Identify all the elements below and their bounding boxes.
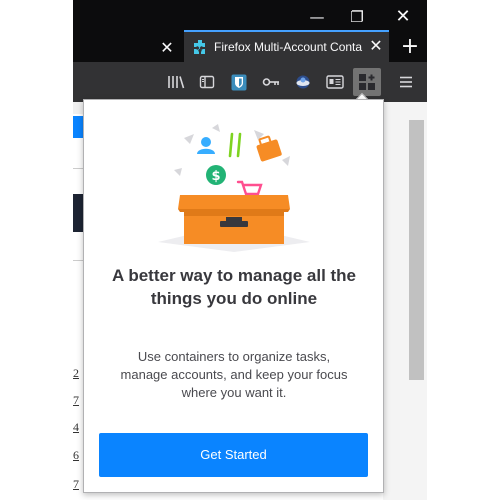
- containers-icon[interactable]: [353, 68, 381, 96]
- key-icon[interactable]: [260, 71, 282, 93]
- svg-text:$: $: [211, 169, 220, 184]
- container-box-illustration: $: [154, 120, 314, 255]
- close-window-button[interactable]: ✕: [383, 0, 423, 34]
- puzzle-icon: [192, 39, 208, 55]
- bitwarden-shield-icon[interactable]: [228, 71, 250, 93]
- restore-button[interactable]: ❐: [337, 0, 377, 34]
- close-tab-button[interactable]: ✕: [366, 36, 386, 56]
- new-tab-button[interactable]: +: [397, 34, 423, 62]
- minimize-button[interactable]: —: [297, 0, 337, 34]
- popup-description: Use containers to organize tasks, manage…: [120, 349, 348, 400]
- dollar-icon: $: [206, 165, 226, 185]
- browser-window: — ❐ ✕ ✕ Firefox Multi-Account Conta ✕ +: [73, 0, 427, 102]
- popup-headline: A better way to manage all the things yo…: [111, 266, 357, 308]
- page-blue-element: [73, 116, 83, 138]
- page-dark-band: [73, 194, 83, 232]
- get-started-button[interactable]: Get Started: [99, 433, 368, 477]
- sidebar-icon[interactable]: [196, 71, 218, 93]
- page-link-number[interactable]: 7: [73, 477, 83, 492]
- page-link-number[interactable]: 7: [73, 393, 83, 408]
- briefcase-icon: [256, 135, 282, 162]
- tab-title: Firefox Multi-Account Conta: [214, 40, 363, 54]
- page-divider: [73, 168, 83, 169]
- page-divider: [73, 260, 83, 261]
- person-icon: [197, 137, 215, 154]
- title-bar: — ❐ ✕: [73, 0, 427, 34]
- inactive-tab-close-button[interactable]: ✕: [157, 34, 177, 62]
- page-banner-strip: [73, 102, 83, 114]
- navigation-toolbar: [73, 62, 427, 102]
- fork-knife-icon: [228, 132, 242, 158]
- screen: 2 7 4 6 7 — ❐ ✕ ✕ Firefox Multi-Account …: [0, 0, 500, 500]
- page-link-number[interactable]: 4: [73, 420, 83, 435]
- library-icon[interactable]: [165, 71, 187, 93]
- containers-onboarding-popup: $ A better way to manage all the things …: [83, 99, 384, 493]
- page-link-number[interactable]: 6: [73, 448, 83, 463]
- reader-view-icon[interactable]: [324, 71, 346, 93]
- page-scrollbar[interactable]: [409, 120, 424, 380]
- hamburger-menu-icon[interactable]: [395, 71, 417, 93]
- page-link-number[interactable]: 2: [73, 366, 83, 381]
- globe-extension-icon[interactable]: [292, 71, 314, 93]
- tab-multi-account-containers[interactable]: Firefox Multi-Account Conta ✕: [184, 30, 389, 62]
